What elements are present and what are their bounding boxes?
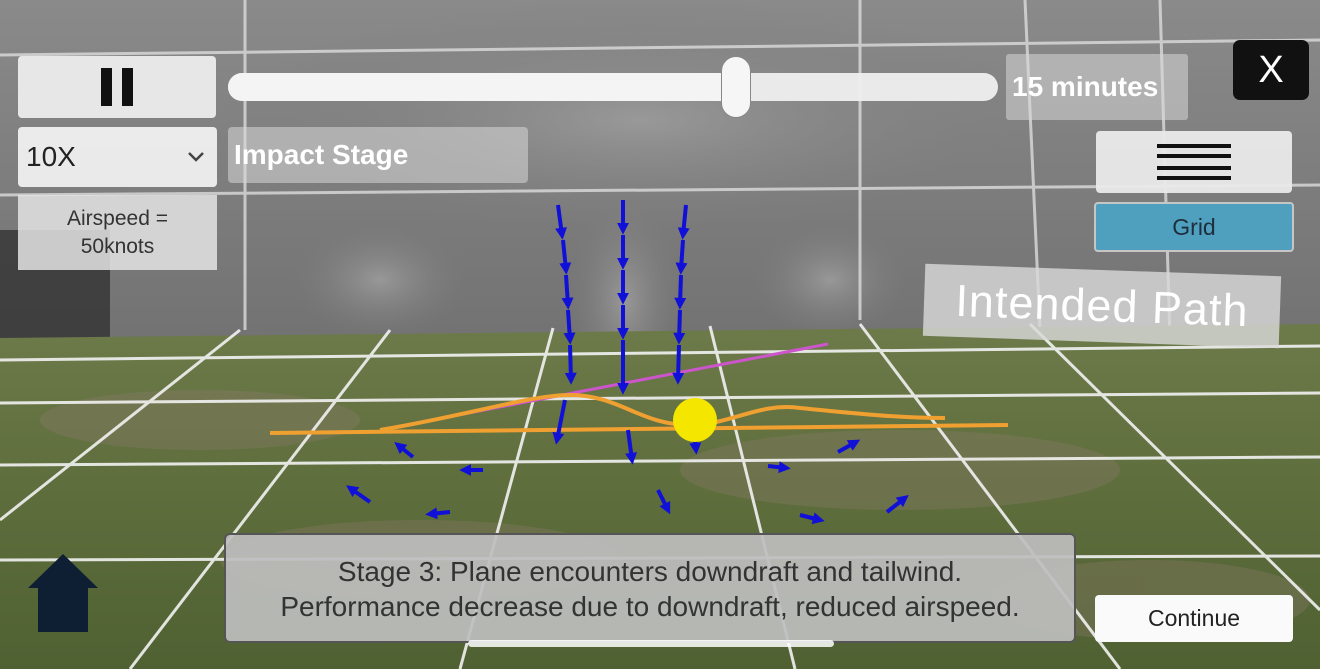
- pause-icon: [101, 68, 133, 106]
- stage-description-line1: Stage 3: Plane encounters downdraft and …: [337, 556, 963, 587]
- speed-dropdown-value: 10X: [26, 141, 76, 172]
- close-button[interactable]: X: [1233, 40, 1309, 100]
- home-icon: [28, 554, 98, 632]
- intended-path-label: Intended Path: [922, 263, 1282, 349]
- pause-button[interactable]: [18, 56, 216, 118]
- timeline-slider-thumb[interactable]: [721, 56, 752, 118]
- home-button[interactable]: [26, 552, 100, 634]
- home-indicator-bar[interactable]: [468, 640, 834, 647]
- timeline-slider-fill: [228, 73, 737, 101]
- aircraft-marker: [673, 398, 717, 442]
- chevron-down-icon: [188, 152, 204, 162]
- stage-name-label: Impact Stage: [228, 127, 528, 183]
- stage-description-line2: Performance decrease due to downdraft, r…: [280, 591, 1020, 622]
- speed-dropdown[interactable]: 10X: [18, 127, 217, 187]
- continue-button[interactable]: Continue: [1095, 595, 1293, 642]
- menu-button[interactable]: [1096, 131, 1292, 193]
- timeline-slider[interactable]: [228, 56, 998, 118]
- duration-label: 15 minutes: [1006, 54, 1188, 120]
- airspeed-text: Airspeed = 50knots: [67, 207, 168, 258]
- grid-toggle-button[interactable]: Grid: [1094, 202, 1294, 252]
- stage-description: Stage 3: Plane encounters downdraft and …: [224, 533, 1076, 643]
- airspeed-readout: Airspeed = 50knots: [18, 195, 217, 270]
- hamburger-menu-icon: [1157, 144, 1231, 180]
